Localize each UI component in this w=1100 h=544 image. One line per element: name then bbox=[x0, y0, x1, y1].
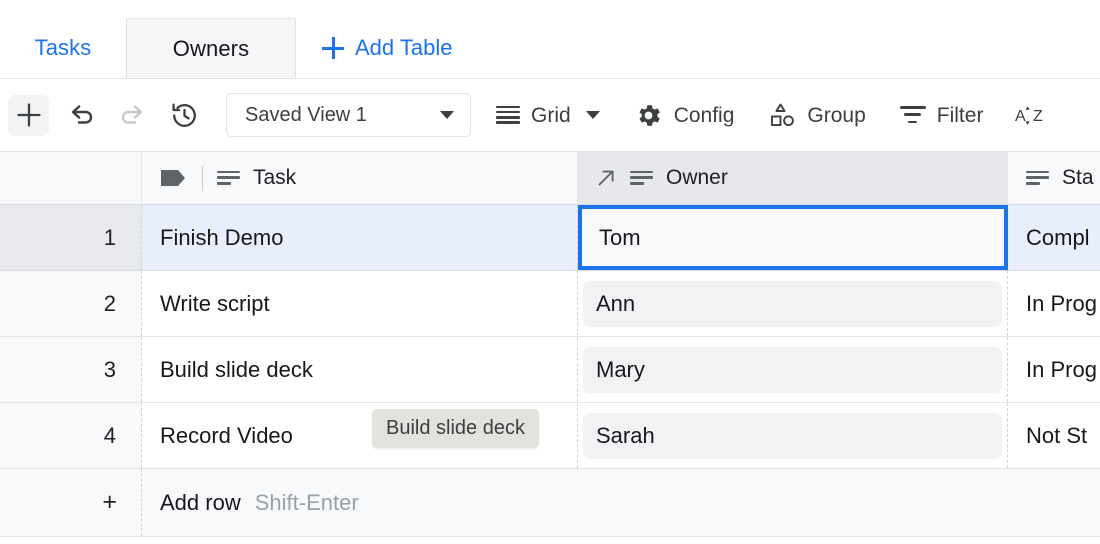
cell-owner[interactable]: Tom bbox=[578, 205, 1008, 270]
add-row[interactable]: + Add row Shift-Enter bbox=[0, 469, 1100, 537]
history-clock-icon bbox=[169, 100, 200, 131]
gear-icon bbox=[634, 101, 663, 130]
saved-view-select[interactable]: Saved View 1 bbox=[226, 93, 471, 137]
svg-text:Z: Z bbox=[1033, 108, 1043, 125]
grid-toolbar: Saved View 1 Grid Config Group bbox=[0, 79, 1100, 152]
group-shapes-icon bbox=[768, 101, 796, 129]
cell-owner[interactable]: Ann bbox=[578, 271, 1008, 336]
column-header-owner[interactable]: Owner bbox=[578, 152, 1008, 205]
text-field-icon bbox=[1026, 171, 1049, 186]
add-table-label: Add Table bbox=[355, 35, 452, 61]
add-row-plus-icon: + bbox=[0, 469, 142, 536]
row-number-header bbox=[0, 152, 142, 205]
history-button[interactable] bbox=[164, 95, 205, 136]
table-tab-bar: Tasks Owners Add Table bbox=[0, 0, 1100, 79]
add-table-button[interactable]: Add Table bbox=[296, 18, 474, 78]
column-header-task-label: Task bbox=[253, 166, 296, 190]
table-row[interactable]: 3 Build slide deck Mary In Prog bbox=[0, 337, 1100, 403]
chevron-down-icon bbox=[586, 111, 600, 119]
cell-owner[interactable]: Mary bbox=[578, 337, 1008, 402]
data-grid: Task Owner Sta 1 Fini bbox=[0, 152, 1100, 544]
group-label: Group bbox=[807, 105, 865, 126]
row-number[interactable]: 3 bbox=[0, 337, 142, 402]
link-arrow-icon bbox=[595, 167, 617, 189]
redo-button[interactable] bbox=[112, 95, 153, 136]
chevron-down-icon bbox=[440, 111, 454, 119]
cell-owner[interactable]: Sarah bbox=[578, 403, 1008, 468]
column-header-status[interactable]: Sta bbox=[1008, 152, 1100, 205]
grid-view-button[interactable]: Grid bbox=[487, 93, 609, 137]
config-button[interactable]: Config bbox=[625, 93, 744, 137]
redo-arrow-icon bbox=[118, 100, 148, 130]
group-button[interactable]: Group bbox=[759, 93, 874, 137]
column-header-task[interactable]: Task bbox=[142, 152, 578, 205]
plus-icon bbox=[322, 37, 344, 59]
config-label: Config bbox=[674, 105, 735, 126]
table-row[interactable]: 4 Record Video Sarah Not St bbox=[0, 403, 1100, 469]
cell-status[interactable]: In Prog bbox=[1008, 337, 1100, 402]
table-row[interactable]: 2 Write script Ann In Prog bbox=[0, 271, 1100, 337]
table-row[interactable]: 1 Finish Demo Tom Compl bbox=[0, 205, 1100, 271]
row-number[interactable]: 4 bbox=[0, 403, 142, 468]
owner-chip: Ann bbox=[583, 281, 1002, 327]
add-row-button[interactable]: Add row Shift-Enter bbox=[142, 469, 359, 536]
grid-header-row: Task Owner Sta bbox=[0, 152, 1100, 205]
tab-owners-label: Owners bbox=[173, 36, 249, 62]
sort-az-icon: A Z bbox=[1015, 100, 1045, 130]
cell-tooltip: Build slide deck bbox=[372, 409, 539, 448]
svg-text:A: A bbox=[1015, 108, 1026, 125]
saved-view-label: Saved View 1 bbox=[245, 104, 367, 127]
filter-icon bbox=[900, 106, 926, 124]
primary-field-flag-icon bbox=[158, 167, 188, 189]
cell-task[interactable]: Build slide deck bbox=[142, 337, 578, 402]
add-record-button[interactable] bbox=[8, 95, 49, 136]
owner-chip: Mary bbox=[583, 347, 1002, 393]
tab-tasks[interactable]: Tasks bbox=[0, 18, 127, 78]
cell-status[interactable]: In Prog bbox=[1008, 271, 1100, 336]
app-root: Tasks Owners Add Table bbox=[0, 0, 1100, 544]
add-row-label: Add row bbox=[160, 490, 241, 516]
cell-task[interactable]: Write script bbox=[142, 271, 578, 336]
add-row-shortcut-hint: Shift-Enter bbox=[255, 490, 359, 516]
undo-button[interactable] bbox=[60, 95, 101, 136]
cell-status[interactable]: Compl bbox=[1008, 205, 1100, 270]
row-number[interactable]: 2 bbox=[0, 271, 142, 336]
owner-chip: Sarah bbox=[583, 413, 1002, 459]
filter-label: Filter bbox=[937, 105, 984, 126]
text-field-icon bbox=[630, 171, 653, 186]
text-field-icon bbox=[217, 171, 240, 186]
owner-chip: Tom bbox=[591, 215, 995, 261]
filter-button[interactable]: Filter bbox=[891, 93, 993, 137]
tab-tasks-label: Tasks bbox=[35, 35, 92, 61]
row-number[interactable]: 1 bbox=[0, 205, 142, 270]
grid-lines-icon bbox=[496, 106, 520, 125]
header-divider bbox=[202, 166, 203, 191]
cell-status[interactable]: Not St bbox=[1008, 403, 1100, 468]
column-header-owner-label: Owner bbox=[666, 166, 728, 190]
cell-task[interactable]: Finish Demo bbox=[142, 205, 578, 270]
tab-owners[interactable]: Owners bbox=[127, 18, 296, 78]
grid-view-label: Grid bbox=[531, 105, 571, 126]
sort-button[interactable]: A Z bbox=[1006, 93, 1054, 137]
undo-arrow-icon bbox=[66, 100, 96, 130]
plus-icon bbox=[15, 101, 43, 129]
column-header-status-label: Sta bbox=[1062, 166, 1094, 190]
